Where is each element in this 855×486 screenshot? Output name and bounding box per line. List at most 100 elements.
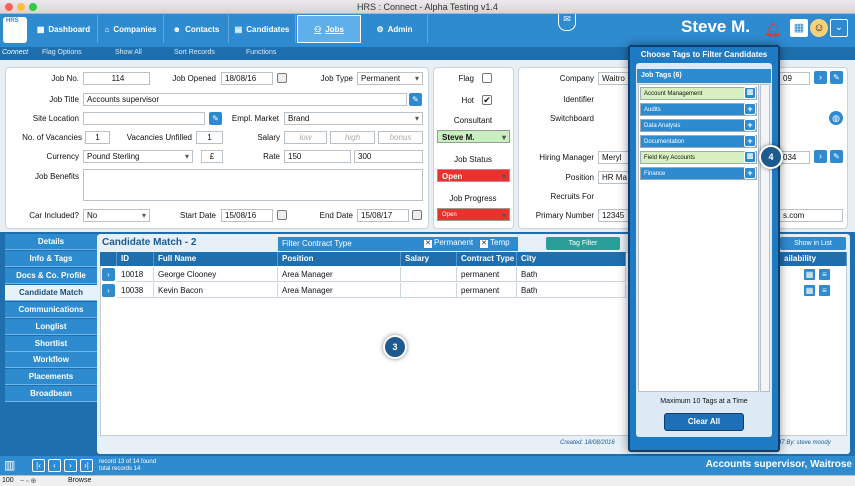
- add-tag-icon[interactable]: +: [744, 119, 756, 131]
- trash-icon[interactable]: ▥: [4, 458, 15, 472]
- hiring-manager-field[interactable]: Meryl: [598, 151, 632, 164]
- minimize-window-button[interactable]: [17, 3, 25, 11]
- nav-candidates[interactable]: ▤ Candidates: [229, 15, 296, 43]
- nav-contacts[interactable]: ☻ Contacts: [164, 15, 229, 43]
- next-record-icon[interactable]: ›: [64, 459, 77, 472]
- mail-icon[interactable]: ✉: [558, 14, 576, 31]
- edit-pencil-icon[interactable]: ✎: [830, 150, 843, 163]
- job-status-select[interactable]: Open: [437, 169, 510, 183]
- grid-header-id[interactable]: ID: [117, 252, 154, 266]
- avatar[interactable]: ☺: [810, 19, 828, 37]
- grid-header-salary[interactable]: Salary: [401, 252, 457, 266]
- show-in-list-button[interactable]: Show in List: [780, 237, 846, 250]
- tab-details[interactable]: Details: [5, 234, 97, 250]
- rate-high-field[interactable]: 300: [354, 150, 423, 163]
- job-progress-select[interactable]: Open: [437, 208, 510, 222]
- nav-admin[interactable]: ⚙ Admin: [362, 15, 428, 43]
- trash-icon[interactable]: ▥: [744, 151, 756, 163]
- mode-indicator[interactable]: Browse: [68, 477, 91, 484]
- grid-header-position[interactable]: Position: [278, 252, 401, 266]
- calendar-icon[interactable]: ▦: [803, 268, 816, 281]
- go-arrow-icon[interactable]: ›: [814, 71, 827, 84]
- job-title-field[interactable]: Accounts supervisor: [83, 93, 407, 106]
- grid-header-availability[interactable]: ailability: [780, 252, 847, 266]
- currency-select[interactable]: Pound Sterling: [83, 150, 193, 163]
- tab-broadbean[interactable]: Broadbean: [5, 386, 97, 402]
- flag-checkbox[interactable]: [482, 73, 492, 83]
- trash-icon[interactable]: ▥: [744, 87, 756, 99]
- calendar-icon[interactable]: [412, 210, 422, 220]
- sort-records-menu[interactable]: Sort Records: [174, 49, 215, 56]
- zoom-window-button[interactable]: [29, 3, 37, 11]
- site-location-field[interactable]: [83, 112, 205, 125]
- rate-low-field[interactable]: 150: [284, 150, 351, 163]
- close-window-button[interactable]: [5, 3, 13, 11]
- grid-header-contract-type[interactable]: Contract Type: [457, 252, 517, 266]
- calendar-icon[interactable]: [277, 210, 287, 220]
- chevron-down-icon[interactable]: ⌄: [830, 19, 848, 37]
- last-record-icon[interactable]: ›|: [80, 459, 93, 472]
- end-date-field[interactable]: 15/08/17: [357, 209, 409, 222]
- consultant-select[interactable]: Steve M.: [437, 130, 510, 144]
- position-field[interactable]: HR Ma: [598, 171, 632, 184]
- tab-info-tags[interactable]: Info & Tags: [5, 251, 97, 267]
- open-record-arrow-icon[interactable]: ›: [102, 284, 115, 297]
- company-field[interactable]: Waitro: [598, 72, 632, 85]
- edit-pencil-icon[interactable]: ✎: [830, 71, 843, 84]
- show-all-menu[interactable]: Show All: [115, 49, 142, 56]
- clear-all-button[interactable]: Clear All: [664, 413, 744, 431]
- list-icon[interactable]: ≡: [818, 284, 831, 297]
- add-tag-icon[interactable]: +: [744, 135, 756, 147]
- tab-placements[interactable]: Placements: [5, 369, 97, 385]
- edit-pencil-icon[interactable]: ✎: [409, 93, 422, 106]
- tab-shortlist[interactable]: Shortlist: [5, 336, 97, 352]
- vacancies-unfilled-field[interactable]: 1: [196, 131, 223, 144]
- tags-scrollbar[interactable]: [760, 84, 770, 392]
- grid-header-full-name[interactable]: Full Name: [154, 252, 278, 266]
- tab-longlist[interactable]: Longlist: [5, 319, 97, 335]
- tab-workflow[interactable]: Workflow: [5, 352, 97, 368]
- hot-checkbox[interactable]: ✔: [482, 95, 492, 105]
- functions-menu[interactable]: Functions: [246, 49, 276, 56]
- nav-companies[interactable]: ⌂ Companies: [98, 15, 164, 43]
- calendar-icon[interactable]: ▦: [790, 19, 808, 37]
- zoom-controls-icon[interactable]: − ▫ ⊕: [20, 477, 36, 485]
- open-record-arrow-icon[interactable]: ›: [102, 268, 115, 281]
- tab-candidate-match[interactable]: Candidate Match: [5, 285, 97, 301]
- job-opened-field[interactable]: 18/08/16: [221, 72, 273, 85]
- start-date-field[interactable]: 15/08/16: [221, 209, 273, 222]
- tag-filter-button[interactable]: Tag Filter: [546, 237, 620, 250]
- job-no-field[interactable]: 114: [83, 72, 150, 85]
- car-included-select[interactable]: No: [83, 209, 150, 222]
- first-record-icon[interactable]: |‹: [32, 459, 45, 472]
- email-field[interactable]: s.com: [780, 209, 843, 222]
- edit-pencil-icon[interactable]: ✎: [209, 112, 222, 125]
- calendar-icon[interactable]: ▦: [803, 284, 816, 297]
- empl-market-select[interactable]: Brand: [284, 112, 423, 125]
- grid-header-city[interactable]: City: [517, 252, 626, 266]
- temp-checkbox[interactable]: ✕: [480, 240, 488, 248]
- manager-phone-field[interactable]: 034: [780, 151, 810, 164]
- add-tag-icon[interactable]: +: [744, 167, 756, 179]
- salary-low-field[interactable]: low: [284, 131, 327, 144]
- current-user[interactable]: Steve M.: [681, 17, 750, 37]
- job-benefits-field[interactable]: [83, 169, 423, 201]
- go-arrow-icon[interactable]: ›: [814, 150, 827, 163]
- salary-high-field[interactable]: high: [330, 131, 375, 144]
- list-icon[interactable]: ≡: [818, 268, 831, 281]
- calendar-icon[interactable]: [277, 73, 287, 83]
- vacancies-field[interactable]: 1: [85, 131, 110, 144]
- job-type-select[interactable]: Permanent: [357, 72, 423, 85]
- tab-communications[interactable]: Communications: [5, 302, 97, 318]
- permanent-checkbox[interactable]: ✕: [424, 240, 432, 248]
- flag-options-menu[interactable]: Flag Options: [42, 49, 82, 56]
- primary-number-field[interactable]: 12345: [598, 209, 632, 222]
- globe-icon[interactable]: ◍: [829, 111, 843, 125]
- nav-dashboard[interactable]: ▦ Dashboard: [30, 15, 98, 43]
- zoom-level[interactable]: 100: [2, 477, 14, 484]
- alert-bell-icon[interactable]: 🔔︎: [764, 21, 782, 38]
- add-tag-icon[interactable]: +: [744, 103, 756, 115]
- company-phone-field[interactable]: 09: [780, 72, 810, 85]
- previous-record-icon[interactable]: ‹: [48, 459, 61, 472]
- salary-bonus-field[interactable]: bonus: [378, 131, 423, 144]
